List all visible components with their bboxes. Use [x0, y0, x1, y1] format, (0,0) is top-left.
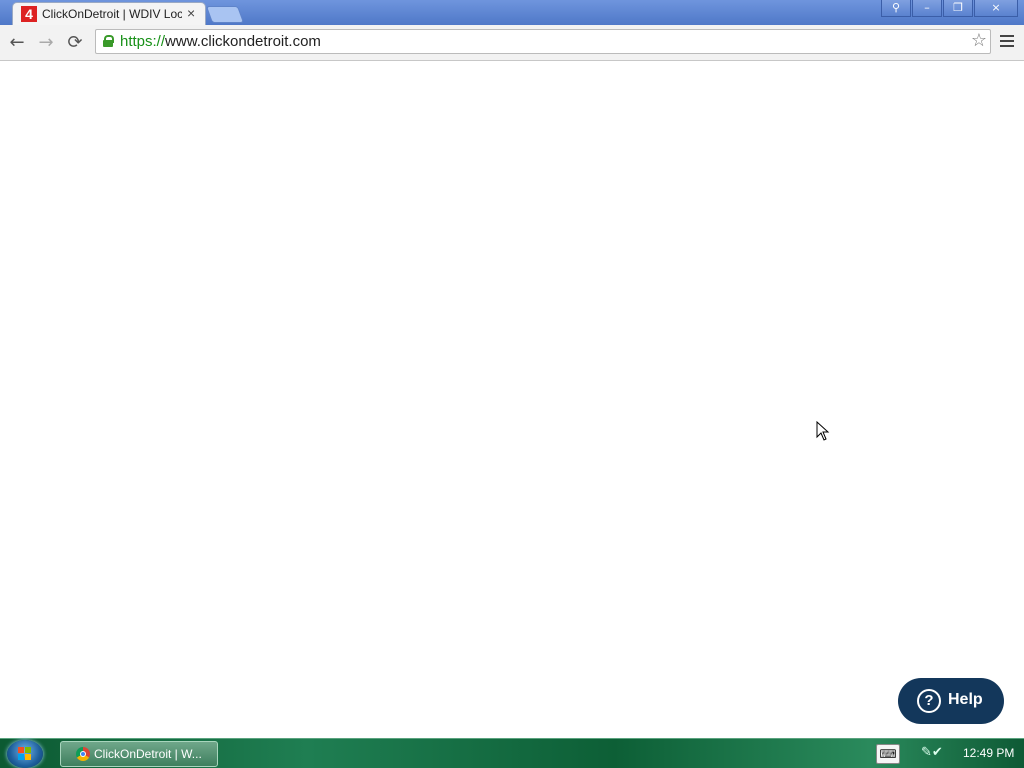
site-favicon: 4 — [21, 6, 37, 22]
help-button[interactable]: ? Help — [898, 678, 1004, 724]
back-arrow-icon[interactable]: ← — [6, 32, 28, 54]
browser-tab-active[interactable]: 4 ClickOnDetroit | WDIV Local News × — [12, 2, 206, 25]
taskbar-item-chrome[interactable]: ClickOnDetroit | W... — [60, 741, 218, 767]
help-label: Help — [948, 691, 983, 708]
browser-toolbar: ← → ⟳ https://www.clickondetroit.com ☆ — [0, 25, 1024, 61]
keyboard-icon[interactable]: ⌨ — [876, 744, 900, 764]
tab-title: ClickOnDetroit | WDIV Local News — [42, 7, 182, 21]
window-controls: ⚲ – ❐ × — [880, 0, 1018, 18]
window-titlebar: 4 ClickOnDetroit | WDIV Local News × ⚲ –… — [0, 0, 1024, 25]
question-mark-icon: ? — [917, 689, 941, 713]
bookmark-star-icon[interactable]: ☆ — [971, 31, 987, 51]
chrome-menu-icon[interactable] — [1000, 35, 1014, 49]
tab-close-icon[interactable]: × — [187, 5, 195, 21]
forward-arrow-icon[interactable]: → — [35, 32, 57, 54]
url-text[interactable]: https://www.clickondetroit.com — [120, 33, 321, 50]
reload-icon[interactable]: ⟳ — [64, 32, 86, 54]
windows-logo-icon — [18, 747, 32, 761]
clock[interactable]: 12:49 PM — [963, 746, 1014, 760]
chrome-icon — [76, 747, 90, 761]
minimize-button[interactable]: – — [912, 0, 942, 17]
system-tray-icons[interactable]: ✎✔ — [921, 745, 943, 760]
page-content — [0, 61, 1024, 738]
restore-button[interactable]: ❐ — [943, 0, 973, 17]
address-bar[interactable]: https://www.clickondetroit.com ☆ — [95, 29, 991, 54]
close-window-button[interactable]: × — [974, 0, 1018, 17]
url-host: www.clickondetroit.com — [165, 33, 321, 50]
taskbar-item-label: ClickOnDetroit | W... — [94, 747, 202, 761]
user-profile-icon[interactable]: ⚲ — [881, 0, 911, 17]
lock-icon — [103, 35, 114, 47]
start-button[interactable] — [7, 740, 43, 768]
mouse-cursor-icon — [816, 421, 830, 441]
url-scheme: https:// — [120, 33, 166, 50]
windows-taskbar: ClickOnDetroit | W... ⌨ ✎✔ 12:49 PM — [0, 738, 1024, 768]
new-tab-button[interactable] — [205, 6, 245, 23]
